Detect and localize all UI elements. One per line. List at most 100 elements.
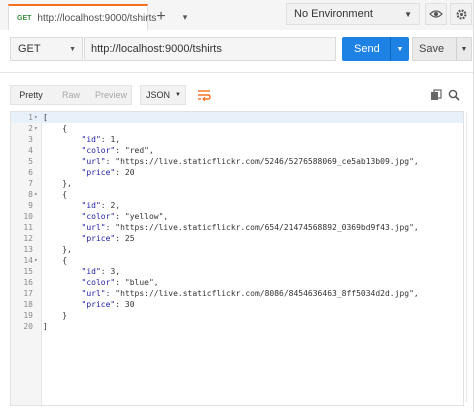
code-text: "url": "https://live.staticflickr.com/52… xyxy=(81,157,419,166)
search-button[interactable] xyxy=(446,87,462,103)
environment-quick-look-button[interactable] xyxy=(425,3,447,25)
line-number: 3 xyxy=(28,135,33,144)
code-line: 17 "url": "https://live.staticflickr.com… xyxy=(11,288,461,299)
code-text: "price": 30 xyxy=(81,300,135,309)
line-number: 1 xyxy=(28,113,33,122)
code-line: 14 ▾ { xyxy=(11,255,461,266)
save-button-label: Save xyxy=(419,43,445,55)
copy-button[interactable] xyxy=(428,87,444,103)
code-line: 19 } xyxy=(11,310,461,321)
code-text: { xyxy=(43,124,68,133)
code-line: 6 "price": 20 xyxy=(11,167,461,178)
wrap-line-button[interactable] xyxy=(193,85,215,105)
code-text: ] xyxy=(43,322,48,331)
code-line: 20] xyxy=(11,321,461,332)
line-number: 18 xyxy=(23,300,33,309)
line-number: 19 xyxy=(23,311,33,320)
tab-options-button[interactable]: ▾ xyxy=(174,7,196,27)
code-line: 18 "price": 30 xyxy=(11,299,461,310)
line-number: 4 xyxy=(28,146,33,155)
code-text: "color": "red", xyxy=(81,146,154,155)
chevron-down-icon[interactable]: ▼ xyxy=(457,46,471,53)
environment-select-value: No Environment xyxy=(294,8,373,20)
line-number: 5 xyxy=(28,157,33,166)
line-number: 13 xyxy=(23,245,33,254)
search-icon xyxy=(448,89,460,101)
code-line: 16 "color": "blue", xyxy=(11,277,461,288)
code-line: 7 }, xyxy=(11,178,461,189)
code-text: }, xyxy=(43,245,72,254)
code-text: [ xyxy=(43,113,48,122)
send-button-label: Send xyxy=(354,43,380,55)
code-text: "id": 1, xyxy=(81,135,121,144)
eye-icon xyxy=(429,10,443,18)
gear-icon xyxy=(455,8,467,20)
code-line: 1 ▾[ xyxy=(11,112,461,123)
chevron-down-icon: ▼ xyxy=(69,45,76,53)
line-number: 6 xyxy=(28,168,33,177)
fold-toggle-icon[interactable]: ▾ xyxy=(34,123,40,134)
manage-environments-button[interactable] xyxy=(450,3,472,25)
code-line: 4 "color": "red", xyxy=(11,145,461,156)
code-text: "url": "https://live.staticflickr.com/80… xyxy=(81,289,419,298)
line-number: 10 xyxy=(23,212,33,221)
line-number: 11 xyxy=(23,223,33,232)
pretty-button[interactable]: Pretty xyxy=(11,86,51,104)
new-tab-button[interactable]: + xyxy=(150,7,172,27)
code-text: "id": 2, xyxy=(81,201,121,210)
code-text: }, xyxy=(43,179,72,188)
code-line: 2 ▾ { xyxy=(11,123,461,134)
code-line: 8 ▾ { xyxy=(11,189,461,200)
method-select-value: GET xyxy=(18,43,41,55)
editor-scrollbar[interactable] xyxy=(466,112,467,402)
fold-toggle-icon[interactable]: ▾ xyxy=(34,112,40,123)
code-text: "url": "https://live.staticflickr.com/65… xyxy=(81,223,419,232)
code-text: { xyxy=(43,190,68,199)
raw-button[interactable]: Raw xyxy=(51,86,91,104)
code-line: 9 "id": 2, xyxy=(11,200,461,211)
request-tab-url: http://localhost:9000/tshirts xyxy=(37,12,157,24)
line-number: 8 xyxy=(28,190,33,199)
fold-toggle-icon[interactable]: ▾ xyxy=(34,189,40,200)
request-tab[interactable]: GET http://localhost:9000/tshirts xyxy=(8,4,156,30)
fold-toggle-icon[interactable]: ▾ xyxy=(34,255,40,266)
line-number: 15 xyxy=(23,267,33,276)
code-text: "id": 3, xyxy=(81,267,121,276)
wrap-lines-icon xyxy=(198,90,211,101)
line-number: 20 xyxy=(23,322,33,331)
code-line: 15 "id": 3, xyxy=(11,266,461,277)
send-button[interactable]: Send ▼ xyxy=(342,37,409,61)
code-text: "color": "yellow", xyxy=(81,212,169,221)
code-line: 12 "price": 25 xyxy=(11,233,461,244)
chevron-down-icon[interactable]: ▼ xyxy=(391,46,409,53)
response-view-group: Pretty Raw Preview xyxy=(10,85,132,105)
code-text: } xyxy=(43,311,68,320)
save-button[interactable]: Save ▼ xyxy=(412,37,472,61)
format-select-value: JSON xyxy=(146,90,171,100)
code-text: "price": 25 xyxy=(81,234,135,243)
preview-button[interactable]: Preview xyxy=(91,86,131,104)
chevron-down-icon: ▼ xyxy=(175,92,181,98)
line-number: 9 xyxy=(28,201,33,210)
format-select[interactable]: JSON ▼ xyxy=(140,85,186,105)
copy-icon xyxy=(431,89,442,100)
line-number: 17 xyxy=(23,289,33,298)
line-number: 12 xyxy=(23,234,33,243)
method-select[interactable]: GET ▼ xyxy=(10,37,83,61)
url-input[interactable]: http://localhost:9000/tshirts xyxy=(84,37,336,61)
code-line: 13 }, xyxy=(11,244,461,255)
code-line: 11 "url": "https://live.staticflickr.com… xyxy=(11,222,461,233)
line-number: 16 xyxy=(23,278,33,287)
divider xyxy=(0,72,474,73)
environment-select[interactable]: No Environment ▼ xyxy=(286,3,420,25)
code-text: "color": "blue", xyxy=(81,278,159,287)
chevron-down-icon: ▼ xyxy=(404,9,412,19)
response-tabs-clipped xyxy=(0,64,474,72)
code-text: "price": 20 xyxy=(81,168,135,177)
line-number: 2 xyxy=(28,124,33,133)
code-line: 3 "id": 1, xyxy=(11,134,461,145)
line-number: 7 xyxy=(28,179,33,188)
code-line: 10 "color": "yellow", xyxy=(11,211,461,222)
code-line: 5 "url": "https://live.staticflickr.com/… xyxy=(11,156,461,167)
request-tab-method: GET xyxy=(17,14,32,22)
